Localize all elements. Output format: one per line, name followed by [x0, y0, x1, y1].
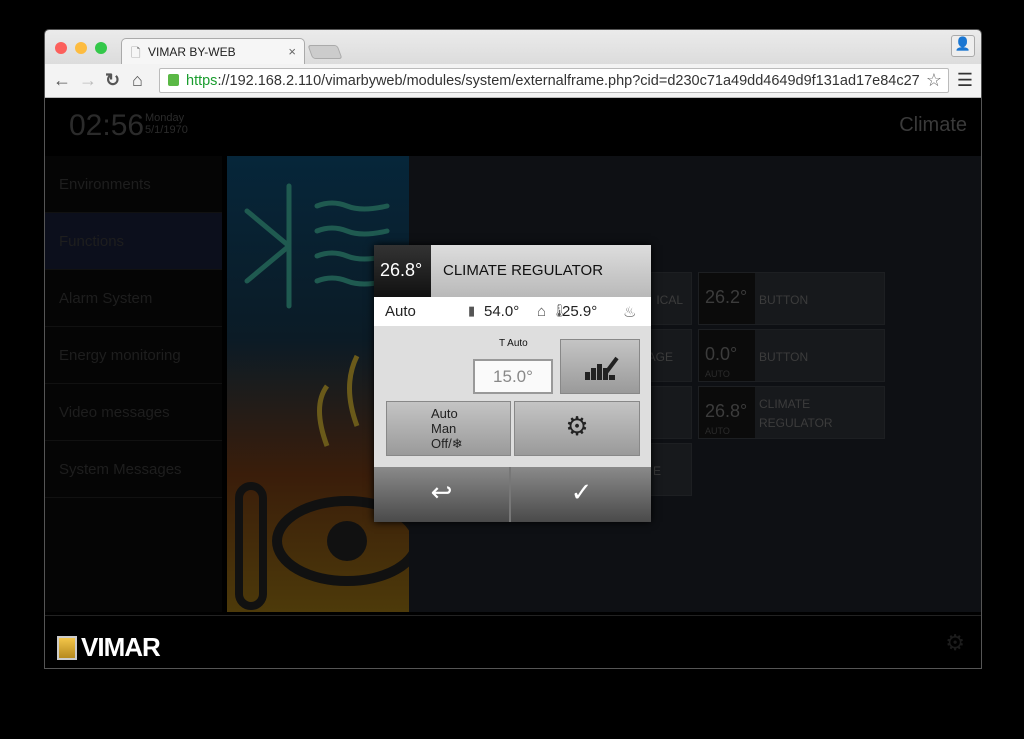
- checkmark-icon: ✓: [570, 477, 593, 507]
- confirm-button[interactable]: ✓: [513, 467, 650, 522]
- tile-label: BUTTON: [759, 350, 809, 364]
- tab-title: VIMAR BY-WEB: [148, 45, 236, 59]
- sidebar: Environments Functions Alarm System Ener…: [45, 156, 222, 612]
- new-tab-button[interactable]: [307, 45, 343, 59]
- mode-option-auto: Auto: [431, 406, 458, 421]
- vimar-logo-icon: [57, 635, 77, 660]
- water-tank-icon: ▮: [468, 303, 476, 318]
- dialog-title: CLIMATE REGULATOR: [443, 262, 604, 279]
- return-arrow-icon: ↩: [430, 477, 453, 507]
- settings-button[interactable]: ⚙: [514, 401, 640, 456]
- mode-status: Auto: [385, 303, 416, 320]
- tile-label: E: [652, 464, 661, 478]
- dialog-footer: ↩ ✓: [374, 467, 651, 522]
- function-tile-button-1[interactable]: 26.2° BUTTON: [698, 272, 885, 325]
- tile-sub: AUTO: [705, 369, 730, 379]
- climate-regulator-dialog: 26.8° CLIMATE REGULATOR Auto ▮ 54.0° ⌂ 🌡…: [374, 245, 651, 522]
- bookmark-star-icon[interactable]: ☆: [926, 70, 942, 91]
- tab-close-icon[interactable]: ×: [288, 44, 296, 59]
- mode-option-off: Off/: [431, 436, 452, 451]
- function-tile-button-2[interactable]: 0.0° AUTO BUTTON: [698, 329, 885, 382]
- back-icon[interactable]: ←: [53, 70, 71, 91]
- mode-option-man: Man: [431, 421, 457, 436]
- weekday: Monday: [145, 112, 185, 124]
- tab-bar: 🗋 VIMAR BY-WEB × 👤: [45, 30, 981, 64]
- room-temperature: 25.9°: [562, 303, 598, 320]
- water-temperature: 54.0°: [484, 303, 520, 320]
- function-tile-climate-regulator[interactable]: 26.8° AUTO CLIMATE REGULATOR: [698, 386, 885, 439]
- sidebar-item-environments[interactable]: Environments: [45, 156, 222, 213]
- sidebar-item-energy-monitoring[interactable]: Energy monitoring: [45, 327, 222, 384]
- sidebar-item-alarm-system[interactable]: Alarm System: [45, 270, 222, 327]
- tile-label: ICAL: [656, 293, 683, 307]
- app-footer: VIMAR ⚙: [45, 615, 981, 668]
- status-row: Auto ▮ 54.0° ⌂ 🌡 25.9° ♨: [374, 297, 651, 326]
- current-temperature: 26.8°: [374, 245, 431, 297]
- sidebar-item-system-messages[interactable]: System Messages: [45, 441, 222, 498]
- lock-icon: [168, 74, 179, 86]
- dialog-header: 26.8° CLIMATE REGULATOR: [374, 245, 651, 297]
- heating-icon: ♨: [623, 304, 637, 321]
- tile-label: AGE: [647, 350, 673, 364]
- back-button[interactable]: ↩: [374, 467, 511, 522]
- maximize-window-button[interactable]: [95, 42, 107, 54]
- setpoint-label: T Auto: [499, 338, 528, 349]
- date: 5/1/1970: [145, 124, 188, 136]
- minimize-window-button[interactable]: [75, 42, 87, 54]
- address-bar[interactable]: https://192.168.2.110/vimarbyweb/modules…: [159, 68, 949, 93]
- profile-icon[interactable]: 👤: [951, 35, 975, 57]
- tile-label: CLIMATE REGULATOR: [759, 397, 833, 430]
- home-icon[interactable]: ⌂: [132, 70, 143, 91]
- snowflake-icon: ❄: [451, 436, 463, 451]
- house-icon: ⌂: [537, 303, 547, 320]
- app-header: 02:56 Monday 5/1/1970 Climate: [45, 98, 981, 153]
- clock: 02:56: [69, 109, 145, 142]
- dialog-body: T Auto 15.0° Auto Man Off/❄ ⚙: [374, 326, 651, 467]
- reload-icon[interactable]: ↻: [105, 70, 120, 91]
- sidebar-item-functions[interactable]: Functions: [45, 213, 222, 270]
- forward-icon[interactable]: →: [79, 70, 97, 91]
- setpoint-input[interactable]: 15.0°: [473, 359, 553, 394]
- url-scheme: https: [186, 73, 218, 89]
- brand-text: VIMAR: [81, 632, 161, 662]
- browser-tab[interactable]: 🗋 VIMAR BY-WEB ×: [121, 38, 305, 64]
- edit-profile-button[interactable]: [560, 339, 640, 394]
- tile-label: BUTTON: [759, 293, 809, 307]
- mode-select-button[interactable]: Auto Man Off/❄: [386, 401, 511, 456]
- vimar-logo: VIMAR: [57, 632, 161, 663]
- gears-icon: ⚙: [565, 411, 589, 441]
- date-display: Monday 5/1/1970: [145, 112, 188, 136]
- close-window-button[interactable]: [55, 42, 67, 54]
- settings-gear-icon[interactable]: ⚙: [945, 630, 965, 656]
- page-icon: 🗋: [131, 46, 141, 60]
- url-text: ://192.168.2.110/vimarbyweb/modules/syst…: [217, 73, 920, 89]
- sidebar-item-video-messages[interactable]: Video messages: [45, 384, 222, 441]
- page-title: Climate: [899, 114, 967, 136]
- tile-sub: AUTO: [705, 426, 730, 436]
- browser-toolbar: ← → ↻ ⌂ https://192.168.2.110/vimarbyweb…: [45, 64, 981, 98]
- chart-edit-icon: [585, 356, 619, 380]
- tile-value: 26.2°: [699, 273, 755, 324]
- menu-icon[interactable]: ☰: [957, 70, 973, 91]
